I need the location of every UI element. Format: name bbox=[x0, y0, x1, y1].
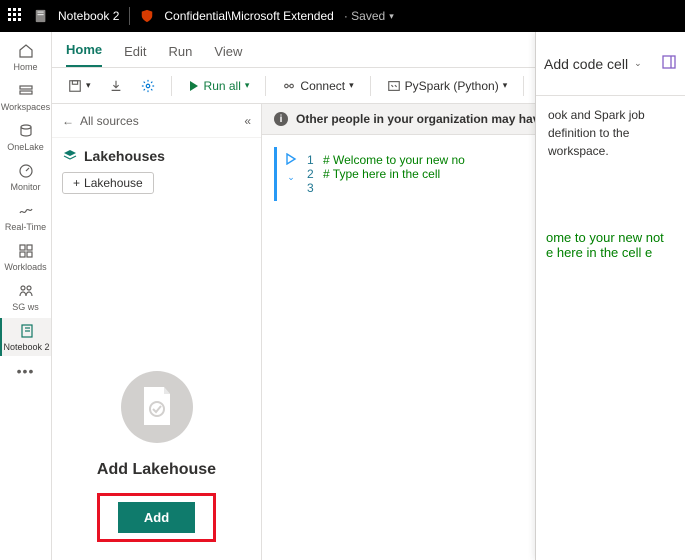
tab-home[interactable]: Home bbox=[66, 34, 102, 67]
add-lakehouse-title: Add Lakehouse bbox=[97, 461, 216, 479]
chevron-down-icon: ▾ bbox=[349, 80, 354, 91]
shield-icon bbox=[140, 9, 154, 23]
rail-monitor[interactable]: Monitor bbox=[0, 158, 51, 196]
add-lakehouse-empty-state: Add Lakehouse Add bbox=[62, 311, 251, 550]
divider bbox=[171, 76, 172, 96]
run-all-button[interactable]: Run all ▾ bbox=[182, 75, 256, 97]
chevron-down-icon[interactable]: ⌄ bbox=[287, 172, 295, 183]
connect-button[interactable]: Connect ▾ bbox=[276, 75, 359, 97]
notebook-icon bbox=[18, 322, 36, 340]
arrow-left-icon: ← bbox=[62, 114, 74, 128]
code-block[interactable]: 1# Welcome to your new no 2# Type here i… bbox=[307, 153, 465, 195]
rail-notebook[interactable]: Notebook 2 bbox=[0, 318, 51, 356]
chevron-down-icon: ▾ bbox=[389, 11, 394, 22]
save-button[interactable]: ▾ bbox=[62, 75, 97, 97]
title-bar: Notebook 2 Confidential\Microsoft Extend… bbox=[0, 0, 685, 32]
rail-workloads[interactable]: Workloads bbox=[0, 238, 51, 276]
rail-workspace-sg[interactable]: SG ws bbox=[0, 278, 51, 316]
onelake-icon bbox=[17, 122, 35, 140]
lakehouse-icon bbox=[62, 148, 78, 164]
rail-workspaces[interactable]: Workspaces bbox=[0, 78, 51, 116]
sensitivity-label[interactable]: Confidential\Microsoft Extended bbox=[164, 9, 333, 23]
explorer-panel: ← All sources « Lakehouses + Lakehouse bbox=[52, 104, 262, 560]
overlay-code: ome to your new not e here in the cell e bbox=[536, 230, 685, 260]
settings-button[interactable] bbox=[135, 75, 161, 97]
chevron-down-icon: ▾ bbox=[245, 80, 250, 91]
overlay-panel: Add code cell ⌄ ook and Spark job defini… bbox=[535, 32, 685, 560]
tab-edit[interactable]: Edit bbox=[124, 36, 146, 67]
cell-controls: ⌄ bbox=[285, 153, 297, 195]
info-icon: i bbox=[274, 112, 288, 126]
workspaces-icon bbox=[17, 82, 35, 100]
more-icon: ••• bbox=[17, 362, 35, 380]
overlay-header: Add code cell ⌄ bbox=[536, 32, 685, 96]
realtime-icon bbox=[17, 202, 35, 220]
shell: Home Workspaces OneLake Monitor Real-Tim… bbox=[0, 32, 685, 560]
chevron-down-icon: ▾ bbox=[503, 80, 508, 91]
download-button[interactable] bbox=[103, 75, 129, 97]
language-button[interactable]: PySpark (Python) ▾ bbox=[381, 75, 514, 97]
collapse-panel-button[interactable]: « bbox=[244, 114, 251, 128]
chevron-down-icon[interactable]: ⌄ bbox=[634, 58, 642, 69]
divider bbox=[265, 76, 266, 96]
save-status[interactable]: · Saved ▾ bbox=[344, 9, 394, 23]
add-code-cell-button[interactable]: Add code cell bbox=[544, 56, 628, 72]
notebook-icon bbox=[34, 9, 48, 23]
divider bbox=[523, 76, 524, 96]
work-area: Home Edit Run View ▾ Run all ▾ bbox=[52, 32, 685, 560]
rail-more[interactable]: ••• bbox=[0, 358, 51, 384]
rail-home[interactable]: Home bbox=[0, 38, 51, 76]
add-lakehouse-pill[interactable]: + Lakehouse bbox=[62, 172, 154, 194]
tab-run[interactable]: Run bbox=[169, 36, 193, 67]
tab-view[interactable]: View bbox=[214, 36, 242, 67]
chevron-down-icon: ▾ bbox=[86, 80, 91, 91]
run-cell-button[interactable] bbox=[285, 153, 297, 168]
workloads-icon bbox=[17, 242, 35, 260]
rail-onelake[interactable]: OneLake bbox=[0, 118, 51, 156]
rail-realtime[interactable]: Real-Time bbox=[0, 198, 51, 236]
explorer-header: ← All sources « bbox=[52, 104, 261, 138]
left-rail: Home Workspaces OneLake Monitor Real-Tim… bbox=[0, 32, 52, 560]
document-check-icon bbox=[121, 371, 193, 443]
lakehouses-heading: Lakehouses bbox=[62, 148, 251, 164]
divider bbox=[370, 76, 371, 96]
overlay-text: ook and Spark job definition to the work… bbox=[536, 96, 685, 170]
back-all-sources[interactable]: ← All sources bbox=[62, 114, 139, 128]
explorer-body: Lakehouses + Lakehouse Add Lakehouse Add bbox=[52, 138, 261, 560]
notebook-title[interactable]: Notebook 2 bbox=[58, 9, 119, 23]
divider bbox=[129, 7, 130, 25]
plus-icon: + bbox=[73, 176, 80, 190]
monitor-icon bbox=[17, 162, 35, 180]
add-button[interactable]: Add bbox=[118, 502, 195, 533]
panel-icon[interactable] bbox=[661, 54, 677, 73]
home-icon bbox=[17, 42, 35, 60]
app-launcher-icon[interactable] bbox=[8, 8, 24, 24]
highlight-frame: Add bbox=[97, 493, 216, 542]
people-icon bbox=[17, 282, 35, 300]
